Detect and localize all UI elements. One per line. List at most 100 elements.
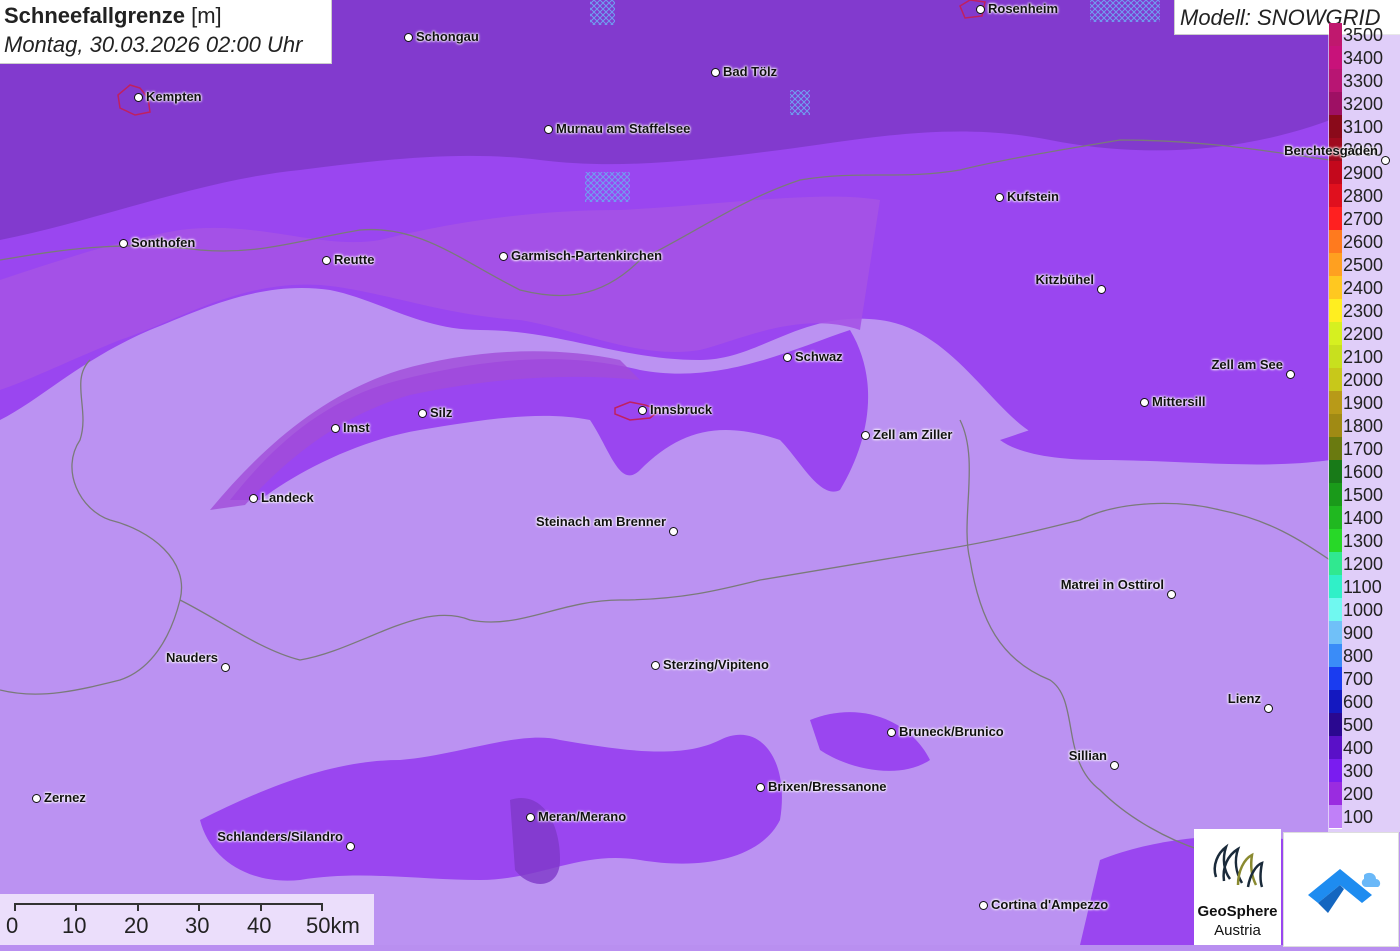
city-label[interactable]: Silz xyxy=(430,405,452,420)
city-label[interactable]: Schwaz xyxy=(795,349,843,364)
city-marker[interactable] xyxy=(887,728,896,737)
legend-entry: 1100 xyxy=(1328,575,1400,599)
city-marker[interactable] xyxy=(711,68,720,77)
city-marker[interactable] xyxy=(322,256,331,265)
legend-entry: 800 xyxy=(1328,644,1400,668)
city-label[interactable]: Cortina d'Ampezzo xyxy=(991,897,1108,912)
legend-swatch xyxy=(1329,345,1342,369)
city-marker[interactable] xyxy=(669,527,678,536)
legend-label: 800 xyxy=(1343,646,1374,666)
geosphere-logo-name: GeoSphere xyxy=(1197,903,1278,920)
legend-entry: 900 xyxy=(1328,621,1400,645)
legend-entry: 3200 xyxy=(1328,92,1400,116)
city-marker[interactable] xyxy=(976,5,985,14)
scale-label: 30 xyxy=(185,913,210,938)
city-label[interactable]: Kempten xyxy=(146,89,202,104)
city-marker[interactable] xyxy=(783,353,792,362)
city-label[interactable]: Bruneck/Brunico xyxy=(899,724,1004,739)
scale-label: 40 xyxy=(247,913,272,938)
legend-entry: 1600 xyxy=(1328,460,1400,484)
legend-entry: 2600 xyxy=(1328,230,1400,254)
city-label[interactable]: Zell am Ziller xyxy=(873,427,952,442)
city-label[interactable]: Matrei in Osttirol xyxy=(1061,577,1164,592)
city-label[interactable]: Reutte xyxy=(334,252,374,267)
legend-swatch xyxy=(1329,184,1342,208)
legend-label: 900 xyxy=(1343,623,1374,643)
city-label[interactable]: Nauders xyxy=(166,650,218,665)
legend-entry: 2200 xyxy=(1328,322,1400,346)
legend-label: 3300 xyxy=(1343,71,1384,91)
city-marker[interactable] xyxy=(544,125,553,134)
city-marker[interactable] xyxy=(526,813,535,822)
city-marker[interactable] xyxy=(134,93,143,102)
legend-swatch xyxy=(1329,805,1342,829)
city-marker[interactable] xyxy=(651,661,660,670)
legend-entry: 500 xyxy=(1328,713,1400,737)
city-label[interactable]: Murnau am Staffelsee xyxy=(556,121,690,136)
legend-swatch xyxy=(1329,207,1342,231)
scale-tick xyxy=(137,903,139,911)
city-label[interactable]: Sterzing/Vipiteno xyxy=(663,657,769,672)
city-marker[interactable] xyxy=(249,494,258,503)
legend-swatch xyxy=(1329,92,1342,116)
app-logo[interactable] xyxy=(1283,832,1399,947)
city-marker[interactable] xyxy=(638,406,647,415)
geosphere-logo[interactable]: GeoSphere Austria xyxy=(1194,829,1281,945)
city-label[interactable]: Bad Tölz xyxy=(723,64,777,79)
legend-label: 3100 xyxy=(1343,117,1384,137)
city-label[interactable]: Meran/Merano xyxy=(538,809,626,824)
city-label[interactable]: Sillian xyxy=(1069,748,1107,763)
legend-entry: 2100 xyxy=(1328,345,1400,369)
city-marker[interactable] xyxy=(861,431,870,440)
city-marker[interactable] xyxy=(1167,590,1176,599)
city-marker[interactable] xyxy=(1110,761,1119,770)
legend-swatch xyxy=(1329,437,1342,461)
city-label[interactable]: Brixen/Bressanone xyxy=(768,779,887,794)
map-title: Schneefallgrenze [m] xyxy=(4,3,222,29)
city-marker[interactable] xyxy=(995,193,1004,202)
city-marker[interactable] xyxy=(1286,370,1295,379)
snowline-map[interactable] xyxy=(0,0,1400,945)
city-marker[interactable] xyxy=(756,783,765,792)
legend-label: 400 xyxy=(1343,738,1374,758)
city-label[interactable]: Steinach am Brenner xyxy=(536,514,666,529)
legend-entry: 3500 xyxy=(1328,23,1400,47)
legend-label: 2900 xyxy=(1343,163,1384,183)
map-title-unit: [m] xyxy=(191,3,222,28)
city-label[interactable]: Lienz xyxy=(1228,691,1261,706)
city-label[interactable]: Mittersill xyxy=(1152,394,1205,409)
city-marker[interactable] xyxy=(418,409,427,418)
city-marker[interactable] xyxy=(404,33,413,42)
city-marker[interactable] xyxy=(1381,156,1390,165)
city-label[interactable]: Innsbruck xyxy=(650,402,712,417)
city-label[interactable]: Schongau xyxy=(416,29,479,44)
city-marker[interactable] xyxy=(1140,398,1149,407)
legend-entry: 3300 xyxy=(1328,69,1400,93)
city-marker[interactable] xyxy=(331,424,340,433)
scale-tick xyxy=(260,903,262,911)
legend-entry: 1200 xyxy=(1328,552,1400,576)
legend-label: 1100 xyxy=(1343,577,1382,597)
city-label[interactable]: Landeck xyxy=(261,490,314,505)
legend-label: 500 xyxy=(1343,715,1374,735)
city-marker[interactable] xyxy=(32,794,41,803)
city-label[interactable]: Schlanders/Silandro xyxy=(217,829,343,844)
city-marker[interactable] xyxy=(1264,704,1273,713)
city-label[interactable]: Garmisch-Partenkirchen xyxy=(511,248,662,263)
city-marker[interactable] xyxy=(221,663,230,672)
city-label[interactable]: Imst xyxy=(343,420,370,435)
legend-swatch xyxy=(1329,460,1342,484)
city-label[interactable]: Zernez xyxy=(44,790,86,805)
city-marker[interactable] xyxy=(1097,285,1106,294)
city-marker[interactable] xyxy=(979,901,988,910)
legend-entry: 200 xyxy=(1328,782,1400,806)
city-label[interactable]: Kufstein xyxy=(1007,189,1059,204)
city-label[interactable]: Kitzbühel xyxy=(1036,272,1095,287)
city-marker[interactable] xyxy=(499,252,508,261)
city-label[interactable]: Rosenheim xyxy=(988,1,1058,16)
city-label[interactable]: Sonthofen xyxy=(131,235,195,250)
city-label[interactable]: Zell am See xyxy=(1211,357,1283,372)
city-marker[interactable] xyxy=(346,842,355,851)
city-label[interactable]: Berchtesgaden xyxy=(1284,143,1378,158)
city-marker[interactable] xyxy=(119,239,128,248)
